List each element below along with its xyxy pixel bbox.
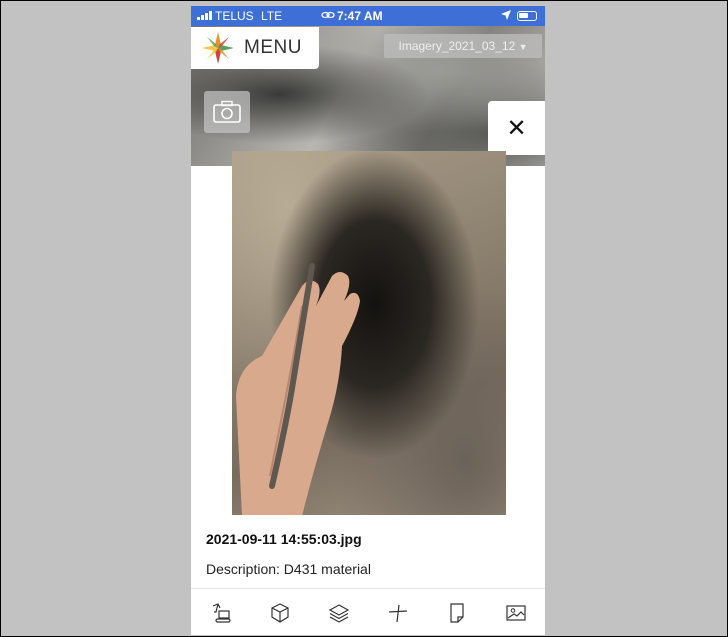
location-arrow-icon — [501, 9, 511, 23]
layers-icon — [328, 603, 349, 623]
measure-icon — [388, 604, 407, 622]
layers-button[interactable] — [325, 599, 353, 627]
photo-filename: 2021-09-11 14:55:03.jpg — [206, 531, 362, 547]
camera-button[interactable] — [204, 91, 250, 133]
image-icon — [505, 604, 526, 621]
close-icon: ✕ — [506, 114, 527, 142]
status-bar: TELUS LTE 7:47 AM — [191, 6, 545, 26]
note-icon — [449, 602, 464, 623]
signal-icon — [197, 11, 212, 20]
excavator-button[interactable] — [207, 599, 235, 627]
imagery-selector[interactable]: Imagery_2021_03_12 ▼ — [384, 34, 542, 58]
hand-holding-worm-image — [236, 263, 360, 515]
close-button[interactable]: ✕ — [488, 101, 545, 155]
note-button[interactable] — [443, 599, 471, 627]
measure-button[interactable] — [384, 599, 412, 627]
imagery-label: Imagery_2021_03_12 — [398, 39, 516, 53]
screenshot-frame: TELUS LTE 7:47 AM MENU Imagery_2021_03_1… — [0, 0, 728, 637]
cube-button[interactable] — [266, 599, 294, 627]
camera-icon — [212, 100, 242, 124]
compass-star-logo-icon — [200, 30, 236, 66]
image-button[interactable] — [502, 599, 530, 627]
battery-icon — [517, 11, 537, 21]
carrier-label: TELUS — [215, 9, 254, 23]
excavator-icon — [212, 602, 231, 623]
link-icon — [321, 9, 335, 23]
clock: 7:47 AM — [337, 9, 383, 23]
photo-description: Description: D431 material — [206, 561, 371, 577]
network-label: LTE — [261, 9, 283, 23]
bottom-toolbar — [191, 588, 545, 635]
menu-button[interactable]: MENU — [191, 27, 319, 69]
menu-label: MENU — [244, 37, 302, 58]
cube-icon — [270, 602, 289, 623]
chevron-down-icon: ▼ — [518, 42, 528, 52]
phone-screen: TELUS LTE 7:47 AM MENU Imagery_2021_03_1… — [191, 6, 545, 635]
field-photo — [232, 151, 506, 515]
